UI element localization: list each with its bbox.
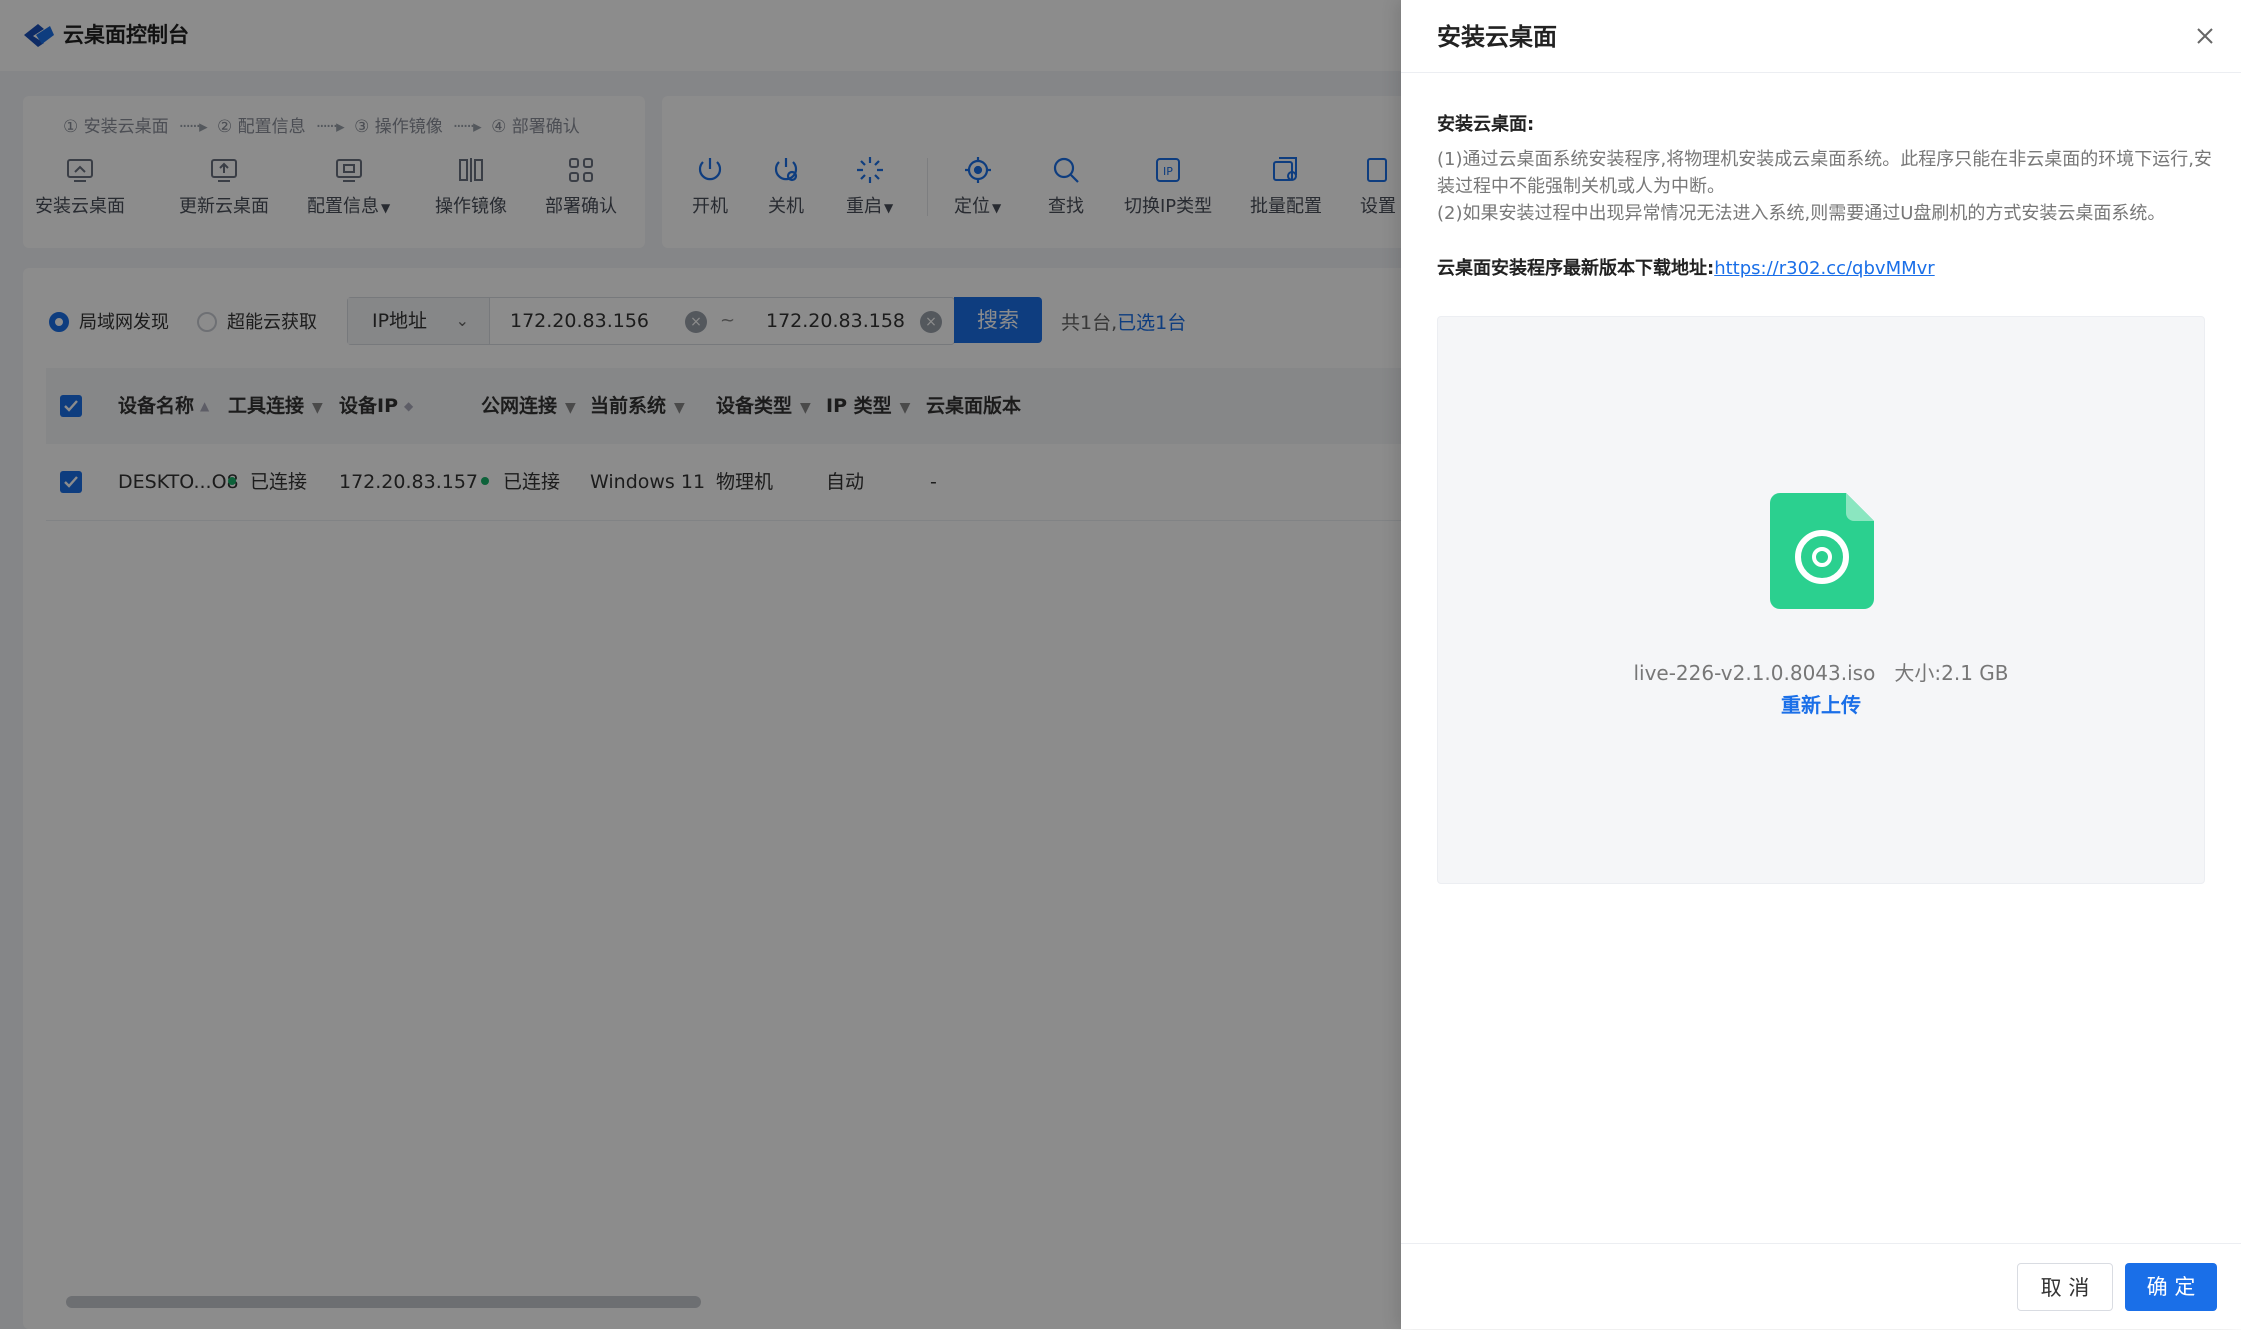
drawer-header: 安装云桌面 — [1401, 0, 2241, 73]
drawer-footer: 取 消 确 定 — [1401, 1243, 2241, 1330]
download-link[interactable]: https://r302.cc/qbvMMvr — [1714, 258, 1934, 279]
upload-area[interactable]: live-226-v2.1.0.8043.iso 大小:2.1 GB 重新上传 — [1437, 316, 2205, 884]
file-size: 大小:2.1 GB — [1894, 661, 2009, 685]
install-note-1: (1)通过云桌面系统安装程序,将物理机安装成云桌面系统。此程序只能在非云桌面的环… — [1437, 149, 2212, 197]
iso-file-icon — [1770, 493, 1874, 609]
file-name: live-226-v2.1.0.8043.iso — [1633, 661, 1876, 685]
drawer-title: 安装云桌面 — [1437, 23, 1557, 51]
confirm-button[interactable]: 确 定 — [2125, 1263, 2217, 1311]
install-desktop-drawer: 安装云桌面 安装云桌面: (1)通过云桌面系统安装程序,将物理机安装成云桌面系统… — [1401, 0, 2241, 1329]
file-meta: live-226-v2.1.0.8043.iso 大小:2.1 GB — [1438, 657, 2204, 686]
reupload-link[interactable]: 重新上传 — [1438, 689, 2204, 718]
install-section-title: 安装云桌面: — [1437, 114, 1535, 135]
close-icon[interactable] — [2193, 24, 2217, 48]
cancel-button[interactable]: 取 消 — [2017, 1263, 2113, 1311]
download-address: 云桌面安装程序最新版本下载地址:https://r302.cc/qbvMMvr — [1437, 258, 1935, 279]
install-note-2: (2)如果安装过程中出现异常情况无法进入系统,则需要通过U盘刷机的方式安装云桌面… — [1437, 203, 2166, 224]
